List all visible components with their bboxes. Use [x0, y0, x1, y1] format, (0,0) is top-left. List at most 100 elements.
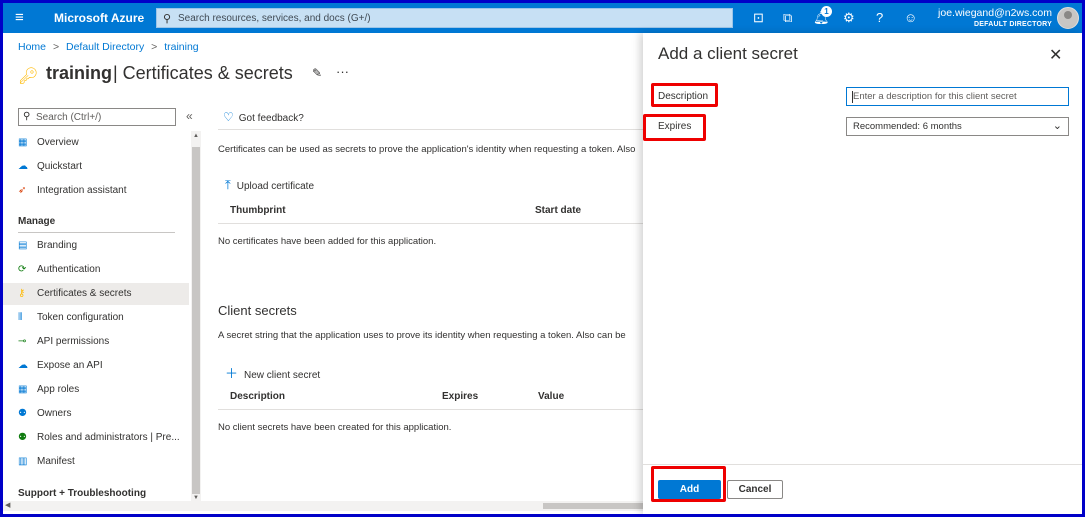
- top-bar: ≡ Microsoft Azure ⚲ Search resources, se…: [3, 3, 1082, 33]
- page-title-section: | Certificates & secrets: [113, 63, 293, 83]
- user-directory: DEFAULT DIRECTORY: [974, 21, 1052, 28]
- cloud-icon: ☁: [18, 360, 28, 371]
- cancel-button[interactable]: Cancel: [727, 480, 783, 499]
- sidebar-item-quickstart[interactable]: ☁ Quickstart: [3, 156, 189, 178]
- sidebar-item-branding[interactable]: ▤ Branding: [3, 235, 189, 257]
- sidebar-item-expose-an-api[interactable]: ☁ Expose an API: [3, 355, 189, 377]
- notification-badge: 1: [821, 6, 832, 17]
- sidebar-item-label: Overview: [37, 137, 79, 148]
- quickstart-icon: ☁: [18, 161, 28, 172]
- api-permissions-icon: ⊸: [18, 336, 27, 347]
- column-header-expires[interactable]: Expires: [442, 391, 478, 402]
- panel-title: Add a client secret: [658, 44, 798, 63]
- description-input[interactable]: Enter a description for this client secr…: [846, 87, 1069, 106]
- sidebar-item-label: Roles and administrators | Pre...: [37, 432, 180, 443]
- breadcrumb-separator: >: [52, 41, 60, 53]
- scroll-left-icon[interactable]: ◀: [5, 501, 10, 509]
- sidebar-item-manifest[interactable]: ▥ Manifest: [3, 451, 189, 473]
- sidebar-item-token-configuration[interactable]: ⦀ Token configuration: [3, 307, 189, 329]
- sidebar-item-integration-assistant[interactable]: ➶ Integration assistant: [3, 180, 189, 202]
- expires-selected-value: Recommended: 6 months: [853, 121, 962, 132]
- table-divider: [218, 223, 643, 224]
- overview-icon: ▦: [18, 137, 28, 148]
- description-placeholder: Enter a description for this client secr…: [853, 91, 1017, 102]
- sidebar-item-app-roles[interactable]: ▦ App roles: [3, 379, 189, 401]
- pin-icon[interactable]: ✎: [312, 66, 322, 80]
- chevron-down-icon: ⌄: [1052, 120, 1062, 132]
- directory-filter-icon[interactable]: ⧉: [783, 10, 792, 26]
- client-secrets-empty-message: No client secrets have been created for …: [218, 422, 452, 433]
- brand-label[interactable]: Microsoft Azure: [54, 11, 144, 25]
- avatar[interactable]: [1057, 7, 1079, 29]
- horizontal-scrollbar[interactable]: ◀: [3, 501, 643, 511]
- owners-icon: ⚉: [18, 408, 27, 419]
- column-header-value[interactable]: Value: [538, 391, 564, 402]
- sidebar-scrollbar[interactable]: ▲ ▼: [191, 131, 201, 503]
- roles-icon: ⚉: [18, 432, 27, 443]
- sidebar-scrollbar-thumb[interactable]: [192, 147, 200, 494]
- more-options-icon[interactable]: ···: [336, 64, 349, 79]
- sidebar-item-certificates-secrets[interactable]: ⚷ Certificates & secrets: [3, 283, 189, 305]
- highlight-box-add: [651, 466, 726, 502]
- sidebar-search-placeholder: Search (Ctrl+/): [36, 112, 102, 123]
- certificates-empty-message: No certificates have been added for this…: [218, 236, 437, 247]
- new-client-secret-label: New client secret: [244, 370, 321, 381]
- sidebar-item-label: Manifest: [37, 456, 75, 467]
- close-icon[interactable]: ✕: [1049, 45, 1062, 65]
- upload-icon: ⤒: [225, 177, 231, 192]
- token-icon: ⦀: [18, 312, 23, 323]
- sidebar-item-label: Branding: [37, 240, 78, 251]
- rocket-icon: ➶: [18, 185, 27, 196]
- user-email: joe.wiegand@n2ws.com: [938, 7, 1052, 19]
- hamburger-menu-icon[interactable]: ≡: [15, 9, 24, 26]
- highlight-box-description: [651, 83, 718, 107]
- column-header-description[interactable]: Description: [230, 391, 285, 402]
- search-icon: ⚲: [163, 13, 172, 25]
- expires-dropdown[interactable]: Recommended: 6 months ⌄: [846, 117, 1069, 136]
- page-title-app-name: training: [46, 63, 112, 83]
- authentication-icon: ⟳: [18, 264, 27, 275]
- feedback-link[interactable]: ♡ Got feedback?: [223, 110, 304, 124]
- feedback-label: Got feedback?: [238, 113, 304, 124]
- highlight-box-expires: [643, 114, 706, 141]
- sidebar-item-api-permissions[interactable]: ⊸ API permissions: [3, 331, 189, 353]
- breadcrumb: Home > Default Directory > training: [18, 41, 203, 53]
- global-search-input[interactable]: ⚲ Search resources, services, and docs (…: [156, 8, 733, 28]
- heart-icon: ♡: [223, 110, 234, 124]
- help-icon[interactable]: ?: [876, 10, 883, 25]
- divider: [218, 129, 643, 130]
- client-secrets-title: Client secrets: [218, 303, 297, 318]
- account-menu[interactable]: joe.wiegand@n2ws.com DEFAULT DIRECTORY: [938, 8, 1052, 30]
- horizontal-scrollbar-thumb[interactable]: [543, 503, 643, 509]
- upload-certificate-button[interactable]: ⤒ Upload certificate: [225, 177, 314, 193]
- cloud-shell-icon[interactable]: ⊡: [753, 10, 764, 26]
- breadcrumb-default-directory[interactable]: Default Directory: [66, 41, 144, 53]
- sidebar-item-overview[interactable]: ▦ Overview: [3, 132, 189, 154]
- column-header-start-date[interactable]: Start date: [535, 205, 581, 216]
- add-client-secret-panel: Add a client secret ✕ Description Expire…: [643, 33, 1082, 514]
- sidebar-item-authentication[interactable]: ⟳ Authentication: [3, 259, 189, 281]
- settings-gear-icon[interactable]: ⚙: [843, 10, 855, 26]
- feedback-smiley-icon[interactable]: ☺: [904, 10, 917, 25]
- breadcrumb-home[interactable]: Home: [18, 41, 46, 53]
- sidebar-item-owners[interactable]: ⚉ Owners: [3, 403, 189, 425]
- sidebar-item-label: API permissions: [37, 336, 110, 347]
- new-client-secret-button[interactable]: ＋ New client secret: [225, 363, 320, 382]
- sidebar-item-label: Quickstart: [37, 161, 83, 172]
- scroll-up-icon[interactable]: ▲: [193, 133, 199, 139]
- key-icon: 🔑︎: [18, 68, 39, 85]
- sidebar-item-label: Authentication: [37, 264, 101, 275]
- breadcrumb-separator: >: [151, 41, 158, 53]
- sidebar-search-input[interactable]: ⚲ Search (Ctrl+/): [18, 108, 176, 126]
- sidebar-item-roles-administrators[interactable]: ⚉ Roles and administrators | Pre...: [3, 427, 189, 449]
- breadcrumb-training[interactable]: training: [164, 41, 198, 53]
- column-header-thumbprint[interactable]: Thumbprint: [230, 205, 286, 216]
- sidebar-heading-support: Support + Troubleshooting: [18, 488, 147, 499]
- sidebar-item-label: Token configuration: [37, 312, 124, 323]
- collapse-sidebar-icon[interactable]: «: [186, 109, 193, 123]
- certificates-description: Certificates can be used as secrets to p…: [218, 144, 636, 155]
- screen-frame: ≡ Microsoft Azure ⚲ Search resources, se…: [3, 3, 1082, 514]
- global-search-placeholder: Search resources, services, and docs (G+…: [178, 13, 371, 24]
- branding-icon: ▤: [18, 240, 28, 251]
- key-icon: ⚷: [18, 288, 26, 299]
